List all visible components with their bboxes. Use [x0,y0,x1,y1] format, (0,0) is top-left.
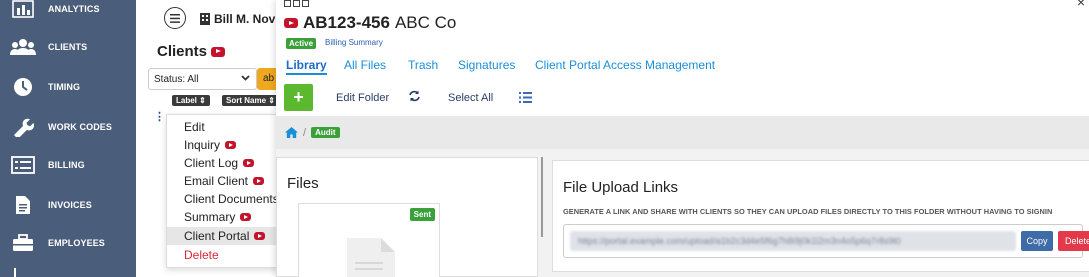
sidebar-item-billing[interactable]: BILLING [0,150,136,180]
menu-item-label: Edit [184,120,205,134]
sidebar-item-label: INVOICES [48,200,92,210]
video-icon[interactable] [240,213,252,221]
sort-label-button[interactable]: Label ⇕ [172,95,210,106]
home-icon[interactable] [285,125,298,141]
sidebar-item-work-codes[interactable]: WORK CODES [0,112,136,142]
menu-item-label: Delete [184,248,219,262]
breadcrumb-separator: / [303,126,307,139]
menu-item-delete[interactable]: Delete [167,246,287,264]
edit-folder-button[interactable]: Edit Folder [336,92,389,104]
sidebar-item-invoices[interactable]: INVOICES [0,190,136,220]
file-card[interactable]: Sent [298,203,440,277]
client-title: AB123-456 ABC Co [284,13,456,33]
select-all-button[interactable]: Select All [448,92,493,104]
video-icon[interactable] [225,141,237,149]
status-select-value: Status: All [154,73,199,85]
add-button[interactable]: + [284,84,313,111]
chevron-down-icon [241,73,250,84]
sidebar: ANALYTICS CLIENTS TIMING WORK CODES BILL… [0,0,136,277]
sidebar-item-timing[interactable]: TIMING [0,72,136,102]
video-icon[interactable] [284,18,298,28]
window-square-icon [284,0,291,7]
briefcase-icon [10,232,36,254]
close-icon[interactable]: × [1077,0,1085,10]
menu-item-label: Inquiry [184,138,221,152]
sort-name-button[interactable]: Sort Name ⇕ [222,95,279,106]
menu-item-label: Summary [184,210,236,224]
menu-item-email-client[interactable]: Email Client [167,172,287,190]
sidebar-item-analytics[interactable]: ANALYTICS [0,0,136,24]
menu-item-label: Client Documents [184,192,279,206]
menu-item-label: Client Portal [184,229,250,243]
wrench-icon [10,116,36,138]
menu-item-client-log[interactable]: Client Log [167,154,287,172]
delete-button[interactable]: Delete [1058,231,1089,251]
sidebar-item-label: CLIENTS [48,42,88,52]
menu-item-inquiry[interactable]: Inquiry [167,136,287,154]
tab-signatures[interactable]: Signatures [458,58,515,72]
row-actions-icon[interactable]: ⋮ [154,110,165,123]
menu-item-label: Email Client [184,174,249,188]
hamburger-icon [170,13,180,23]
sidebar-item-label: EMPLOYEES [48,238,105,248]
tab-client-portal-access[interactable]: Client Portal Access Management [535,58,715,72]
breadcrumb-folder[interactable]: Audit [311,127,340,138]
files-title: Files [287,175,319,192]
upload-link-row: https://portal.example.com/upload/a1b2c3… [563,224,1089,258]
people-icon [10,36,36,58]
status-filter-select[interactable]: Status: All [148,68,257,90]
sidebar-item-clients[interactable]: CLIENTS [0,32,136,62]
tab-trash[interactable]: Trash [408,58,438,72]
refresh-icon[interactable] [408,90,421,105]
copy-button[interactable]: Copy [1021,231,1053,251]
menu-item-edit[interactable]: Edit [167,118,287,136]
bar-chart-icon [10,0,36,20]
upload-description: GENERATE A LINK AND SHARE WITH CLIENTS S… [563,207,1053,216]
user-name: Bill M. Nov [214,12,276,26]
breadcrumb: / Audit [276,116,1089,149]
user-menu[interactable]: Bill M. Nov [200,12,275,26]
clients-pane: Bill M. Nov Clients Status: All ab Label… [136,0,287,277]
files-panel: Files Sent [276,157,538,277]
status-badge: Active [286,38,317,49]
menu-item-client-portal[interactable]: Client Portal [167,227,287,245]
video-icon[interactable] [253,177,265,185]
file-upload-links-panel: File Upload Links GENERATE A LINK AND SH… [552,160,1089,272]
list-view-icon[interactable] [519,92,532,106]
building-icon [200,13,210,25]
file-thumbnail-icon [347,238,395,277]
clock-icon [10,76,36,98]
video-icon[interactable] [254,232,266,240]
document-icon [10,194,36,216]
menu-item-client-documents[interactable]: Client Documents [167,190,287,208]
panel-splitter[interactable] [541,157,543,237]
menu-item-label: Client Log [184,156,239,170]
window-square-icon [293,0,300,7]
menu-toggle-button[interactable] [164,7,186,29]
page-title: Clients [157,43,226,60]
window-square-icon [302,0,309,7]
client-id: AB123-456 [303,13,390,32]
upload-link-field[interactable]: https://portal.example.com/upload/a1b2c3… [570,231,1016,251]
sidebar-item-employees[interactable]: EMPLOYEES [0,228,136,258]
next-nav-icon [14,268,30,277]
window-controls[interactable] [284,0,309,7]
billing-summary-link[interactable]: Billing Summary [325,38,383,47]
menu-item-summary[interactable]: Summary [167,208,287,226]
upload-title: File Upload Links [563,179,679,196]
sidebar-item-label: ANALYTICS [48,4,100,14]
sidebar-item-label: WORK CODES [48,122,112,132]
client-detail-panel: × AB123-456 ABC Co Active Billing Summar… [276,0,1089,277]
client-name: ABC Co [394,13,457,32]
video-icon[interactable] [211,46,226,57]
context-menu: Edit Inquiry Client Log Email Client Cli… [166,114,287,268]
sent-badge: Sent [409,208,435,221]
tab-library[interactable]: Library [286,58,327,75]
video-icon[interactable] [243,159,255,167]
list-icon [10,154,36,176]
sidebar-item-label: TIMING [48,82,81,92]
sidebar-item-label: BILLING [48,160,85,170]
clients-title-text: Clients [157,43,208,60]
tab-all-files[interactable]: All Files [344,58,386,72]
